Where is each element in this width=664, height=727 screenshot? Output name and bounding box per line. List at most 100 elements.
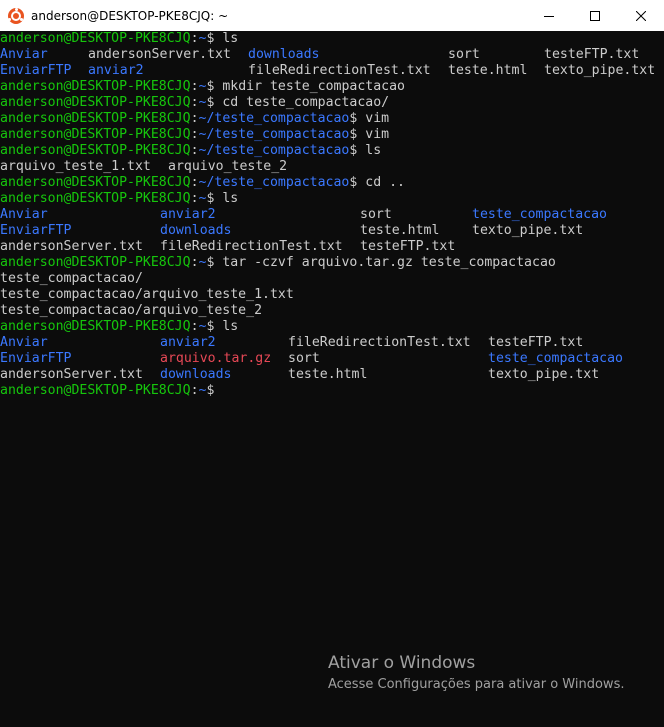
output-line: teste_compactacao/arquivo_teste_2 [0, 303, 664, 319]
output-line: arquivo_teste_1.txt arquivo_teste_2 [0, 159, 664, 175]
prompt-user-host: anderson@DESKTOP-PKE8CJQ [0, 191, 191, 206]
directory-entry: Anviar [0, 207, 48, 222]
output-line: Anviar anviar2 fileRedirectionTest.txt test… [0, 335, 664, 351]
prompt-line: anderson@DESKTOP-PKE8CJQ:~$ [0, 383, 664, 399]
prompt-line: anderson@DESKTOP-PKE8CJQ:~$ cd teste_com… [0, 95, 664, 111]
output-line: andersonServer.txt downloads teste.html tex… [0, 367, 664, 383]
prompt-separator: : [190, 383, 199, 398]
output-line: EnviarFTP downloads teste.html texto_pipe.t… [0, 223, 664, 239]
prompt-separator: : [190, 111, 199, 126]
file-entry: andersonServer.txt [88, 47, 231, 62]
directory-entry: EnviarFTP [0, 223, 72, 238]
file-entry: sort [448, 47, 480, 62]
prompt-user-host: anderson@DESKTOP-PKE8CJQ [0, 95, 191, 110]
file-entry: teste.html [448, 63, 528, 78]
command-text: ls [365, 143, 382, 158]
prompt-separator: : [190, 319, 199, 334]
output-line: EnviarFTP arquivo.tar.gz sort teste_compact… [0, 351, 664, 367]
output-line: Anviar anviar2 sort teste_compactacao [0, 207, 664, 223]
prompt-separator: : [190, 191, 199, 206]
prompt-symbol: $ [206, 319, 223, 334]
file-entry: testeFTP.txt [544, 47, 640, 62]
ubuntu-icon[interactable] [8, 7, 24, 24]
file-entry: texto_pipe.txt [472, 223, 584, 238]
file-entry: sort [288, 351, 320, 366]
prompt-user-host: anderson@DESKTOP-PKE8CJQ [0, 111, 191, 126]
output-line: andersonServer.txt fileRedirectionTest.tx… [0, 239, 664, 255]
file-entry: teste_compactacao/ [0, 271, 143, 286]
prompt-line: anderson@DESKTOP-PKE8CJQ:~/teste_compact… [0, 175, 664, 191]
directory-entry: anviar2 [160, 207, 216, 222]
prompt-symbol: $ [206, 31, 223, 46]
prompt-path: ~/teste_compactacao [198, 111, 350, 126]
activation-watermark: Ativar o Windows Acesse Configurações pa… [328, 651, 624, 694]
prompt-separator: : [190, 79, 199, 94]
prompt-symbol: $ [206, 191, 223, 206]
prompt-symbol: $ [206, 255, 223, 270]
title-bar[interactable]: anderson@DESKTOP-PKE8CJQ: ~ [0, 0, 664, 31]
prompt-symbol: $ [206, 95, 223, 110]
prompt-user-host: anderson@DESKTOP-PKE8CJQ [0, 79, 191, 94]
file-entry: testeFTP.txt [488, 335, 584, 350]
file-entry: teste_compactacao/arquivo_teste_2 [0, 303, 263, 318]
prompt-separator: : [190, 31, 199, 46]
command-text: ls [222, 31, 239, 46]
file-entry: fileRedirectionTest.txt [160, 239, 343, 254]
prompt-separator: : [190, 127, 199, 142]
directory-entry: EnviarFTP [0, 351, 72, 366]
output-line: Anviar andersonServer.txt downloads sort tes… [0, 47, 664, 63]
minimize-icon [544, 15, 554, 17]
prompt-user-host: anderson@DESKTOP-PKE8CJQ [0, 31, 191, 46]
directory-entry: downloads [160, 223, 232, 238]
watermark-subtitle: Acesse Configurações para ativar o Windo… [328, 677, 625, 692]
command-text: cd .. [365, 175, 405, 190]
prompt-line: anderson@DESKTOP-PKE8CJQ:~$ ls [0, 319, 664, 335]
close-button[interactable] [618, 0, 664, 31]
prompt-line: anderson@DESKTOP-PKE8CJQ:~$ tar -czvf ar… [0, 255, 664, 271]
directory-entry: anviar2 [160, 335, 216, 350]
output-line: teste_compactacao/ [0, 271, 664, 287]
prompt-user-host: anderson@DESKTOP-PKE8CJQ [0, 143, 191, 158]
prompt-separator: : [190, 143, 199, 158]
terminal-output[interactable]: anderson@DESKTOP-PKE8CJQ:~$ ls Anviar ande… [0, 31, 664, 727]
prompt-separator: : [190, 175, 199, 190]
prompt-separator: : [190, 255, 199, 270]
directory-entry: teste_compactacao [472, 207, 607, 222]
minimize-button[interactable] [526, 0, 572, 31]
output-line: EnviarFTP anviar2 fileRedirectionTest.txt t… [0, 63, 664, 79]
prompt-symbol: $ [349, 175, 366, 190]
prompt-line: anderson@DESKTOP-PKE8CJQ:~$ ls [0, 31, 664, 47]
prompt-line: anderson@DESKTOP-PKE8CJQ:~/teste_compact… [0, 143, 664, 159]
command-text: vim [365, 127, 390, 142]
prompt-user-host: anderson@DESKTOP-PKE8CJQ [0, 383, 191, 398]
command-text: cd teste_compactacao/ [222, 95, 390, 110]
command-text: ls [222, 319, 239, 334]
maximize-button[interactable] [572, 0, 618, 31]
prompt-user-host: anderson@DESKTOP-PKE8CJQ [0, 255, 191, 270]
command-text: vim [365, 111, 390, 126]
file-entry: texto_pipe.txt [488, 367, 600, 382]
prompt-symbol: $ [206, 383, 223, 398]
file-entry: arquivo_teste_1.txt [0, 159, 151, 174]
directory-entry: Anviar [0, 335, 48, 350]
prompt-path: ~/teste_compactacao [198, 127, 350, 142]
prompt-symbol: $ [206, 79, 223, 94]
directory-entry: EnviarFTP [0, 63, 72, 78]
command-text: mkdir teste_compactacao [222, 79, 405, 94]
directory-entry: downloads [248, 47, 320, 62]
file-entry: andersonServer.txt [0, 239, 143, 254]
file-entry: testeFTP.txt [360, 239, 456, 254]
terminal-window: anderson@DESKTOP-PKE8CJQ: ~ anderson@DES… [0, 0, 664, 727]
prompt-line: anderson@DESKTOP-PKE8CJQ:~/teste_compact… [0, 111, 664, 127]
close-icon [636, 10, 646, 21]
directory-entry: anviar2 [88, 63, 144, 78]
file-entry: teste.html [360, 223, 440, 238]
file-entry: fileRedirectionTest.txt [248, 63, 431, 78]
prompt-user-host: anderson@DESKTOP-PKE8CJQ [0, 319, 191, 334]
output-line: teste_compactacao/arquivo_teste_1.txt [0, 287, 664, 303]
prompt-user-host: anderson@DESKTOP-PKE8CJQ [0, 175, 191, 190]
command-text: tar -czvf arquivo.tar.gz teste_compactac… [222, 255, 556, 270]
directory-entry: Anviar [0, 47, 48, 62]
file-entry: andersonServer.txt [0, 367, 143, 382]
file-entry: texto_pipe.txt [544, 63, 656, 78]
